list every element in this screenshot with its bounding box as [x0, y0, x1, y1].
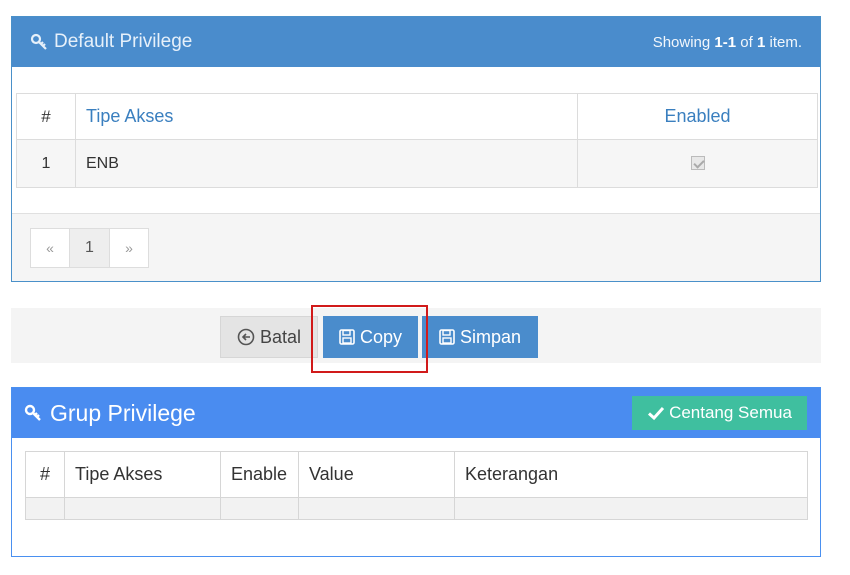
summary-of: of — [736, 33, 757, 51]
circle-arrow-left-icon — [237, 328, 255, 346]
empty-cell — [25, 497, 65, 520]
row-enabled — [577, 139, 818, 188]
centang-semua-label: Centang Semua — [669, 403, 792, 422]
panel-title: Grup Privilege — [24, 400, 196, 427]
column-header-tipe-akses[interactable]: Tipe Akses — [75, 93, 578, 140]
default-privilege-panel: Default Privilege Showing 1-1 of 1 item.… — [11, 16, 821, 282]
grup-privilege-panel: Grup Privilege Centang Semua # Tipe Akse… — [11, 387, 821, 557]
table-row — [25, 497, 808, 520]
row-tipe-akses: ENB — [75, 139, 578, 188]
column-header-enable: Enable — [220, 451, 299, 498]
centang-semua-button[interactable]: Centang Semua — [632, 396, 807, 430]
summary-prefix: Showing — [652, 33, 715, 51]
column-header-keterangan: Keterangan — [454, 451, 808, 498]
column-header-enabled[interactable]: Enabled — [577, 93, 818, 140]
column-header-value: Value — [298, 451, 455, 498]
batal-button[interactable]: Batal — [220, 316, 318, 358]
pagination-page-1[interactable]: 1 — [69, 228, 110, 268]
column-header-num: # — [16, 93, 76, 140]
default-privilege-title: Default Privilege — [54, 31, 193, 52]
grup-privilege-title: Grup Privilege — [50, 399, 196, 426]
summary-range: 1-1 — [714, 33, 737, 51]
grup-privilege-table: # Tipe Akses Enable Value Keterangan — [25, 451, 808, 520]
panel-footer: « 1 » — [12, 213, 820, 281]
empty-cell — [298, 497, 455, 520]
empty-cell — [454, 497, 808, 520]
key-icon — [24, 403, 44, 423]
empty-cell — [220, 497, 299, 520]
panel-title: Default Privilege — [30, 31, 192, 53]
column-header-num: # — [25, 451, 65, 498]
pagination: « 1 » — [30, 228, 149, 268]
row-num: 1 — [16, 139, 76, 188]
empty-cell — [64, 497, 221, 520]
pagination-next[interactable]: » — [109, 228, 149, 268]
column-header-tipe-akses: Tipe Akses — [64, 451, 221, 498]
batal-label: Batal — [259, 326, 302, 347]
table-header-row: # Tipe Akses Enabled — [16, 93, 818, 140]
simpan-button[interactable]: Simpan — [422, 316, 538, 358]
floppy-disk-icon — [439, 329, 455, 345]
pagination-summary: Showing 1-1 of 1 item. — [653, 34, 802, 51]
check-icon — [647, 405, 665, 421]
simpan-label: Simpan — [459, 326, 522, 347]
default-privilege-table: # Tipe Akses Enabled 1 ENB — [16, 93, 818, 188]
summary-suffix: item. — [765, 33, 802, 51]
enabled-checkbox — [690, 156, 705, 171]
copy-highlight-box — [311, 305, 428, 373]
key-icon — [30, 32, 50, 52]
default-privilege-header: Default Privilege Showing 1-1 of 1 item. — [12, 17, 820, 67]
table-header-row: # Tipe Akses Enable Value Keterangan — [25, 451, 808, 498]
grup-privilege-header: Grup Privilege Centang Semua — [12, 388, 820, 438]
table-row: 1 ENB — [16, 139, 818, 188]
pagination-prev[interactable]: « — [30, 228, 70, 268]
